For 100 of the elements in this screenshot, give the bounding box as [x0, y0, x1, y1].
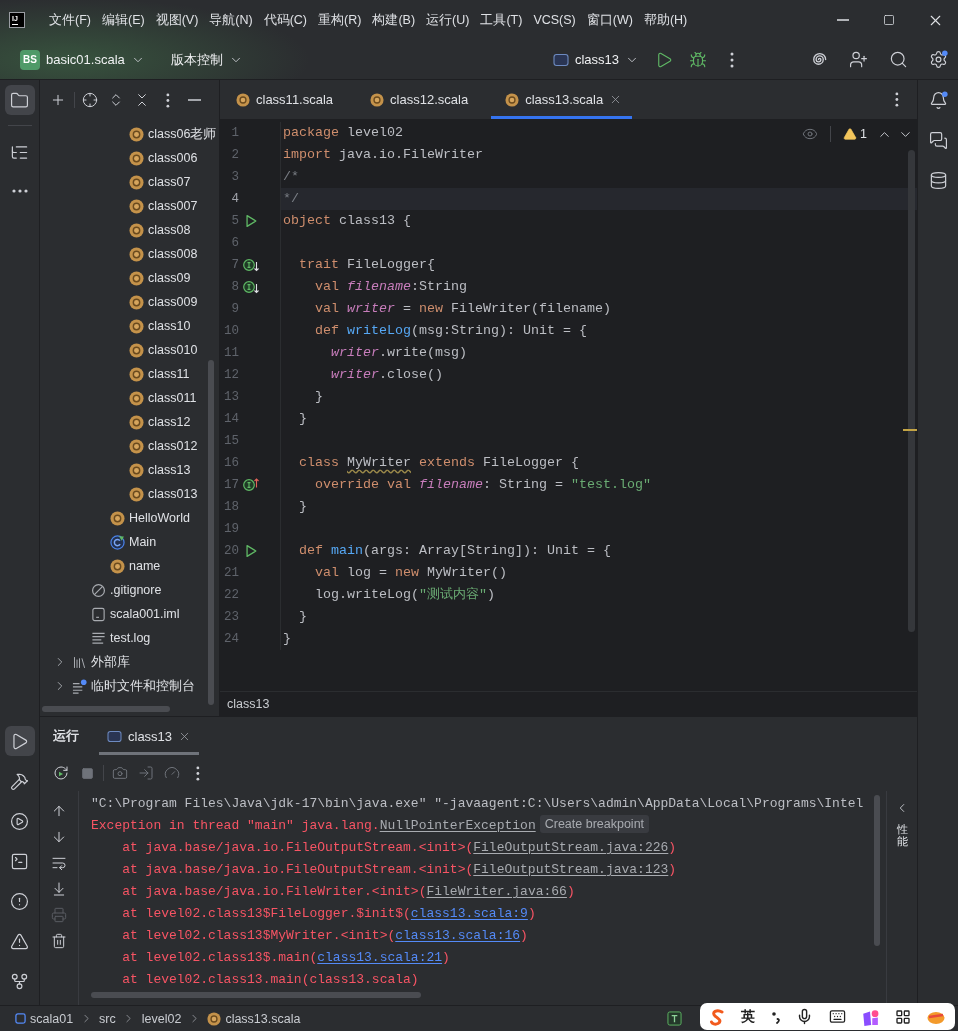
menu-item[interactable]: VCS(S)	[528, 7, 581, 33]
menu-item[interactable]: 导航(N)	[204, 7, 258, 33]
project-widget[interactable]: BS basic01.scala	[12, 44, 153, 75]
tree-item[interactable]: class012	[148, 439, 198, 453]
more-icon[interactable]	[166, 92, 170, 108]
tree-item[interactable]: test.log	[110, 631, 151, 645]
tree-item[interactable]: class011	[148, 391, 197, 405]
stop-icon[interactable]	[80, 766, 94, 780]
tree-item[interactable]: 临时文件和控制台	[91, 677, 195, 695]
warning-count[interactable]: 1	[860, 127, 867, 141]
tree-item[interactable]: class09	[148, 271, 191, 285]
scrollbar-thumb[interactable]	[91, 992, 421, 998]
tool-window-button[interactable]	[4, 85, 35, 115]
tree-item[interactable]: class007	[148, 199, 198, 213]
tree-item[interactable]: class10	[148, 319, 191, 333]
more-icon	[11, 189, 28, 193]
grid-icon[interactable]	[894, 1008, 911, 1025]
editor-tab[interactable]: class11.scala	[222, 80, 357, 119]
file-link[interactable]: class13.scala:21	[317, 950, 443, 965]
file-link[interactable]: class13.scala:9	[410, 906, 528, 921]
tree-item[interactable]: scala001.iml	[110, 607, 180, 621]
camera-icon[interactable]	[112, 765, 128, 781]
login-icon[interactable]	[138, 765, 154, 781]
rerun-icon[interactable]	[53, 765, 69, 781]
menu-item[interactable]: 构建(B)	[367, 7, 421, 33]
settings-icon[interactable]	[928, 50, 948, 69]
tree-item[interactable]: class11	[148, 367, 190, 381]
menu-item[interactable]: 帮助(H)	[638, 7, 693, 33]
tree-item[interactable]: class07	[148, 175, 191, 189]
run-configuration-widget[interactable]: class13	[544, 44, 647, 75]
tree-item[interactable]: class013	[148, 487, 198, 501]
file-link[interactable]: FileWriter.java:66	[426, 884, 567, 899]
gauge-icon[interactable]	[164, 765, 180, 781]
breadcrumb-item[interactable]: class13	[227, 697, 270, 711]
punctuation-icon[interactable]	[770, 1009, 781, 1024]
tree-item[interactable]: class008	[148, 247, 198, 261]
run-icon[interactable]	[243, 544, 258, 558]
skin-icon[interactable]	[861, 1007, 880, 1026]
trash-icon[interactable]	[51, 933, 67, 949]
breadcrumb-item[interactable]: scala01	[30, 1011, 74, 1026]
tree-item[interactable]: name	[129, 559, 161, 573]
tree-item[interactable]: class06老师	[148, 125, 217, 143]
keyboard-icon[interactable]	[828, 1008, 846, 1025]
search-icon[interactable]	[888, 50, 908, 69]
soft-wrap-icon[interactable]	[51, 855, 67, 871]
scrollbar-thumb[interactable]	[874, 795, 880, 946]
input-mode[interactable]: 英	[741, 1007, 756, 1026]
create-breakpoint-hint[interactable]: Create breakpoint	[539, 815, 650, 833]
add-user-icon[interactable]	[848, 50, 868, 69]
menu-item[interactable]: 编辑(E)	[96, 7, 150, 33]
implemented-icon[interactable]	[242, 280, 259, 294]
run-icon[interactable]	[655, 50, 673, 69]
menu-item[interactable]: 代码(C)	[258, 7, 313, 33]
tree-item[interactable]: class006	[148, 151, 198, 165]
tree-item[interactable]: class08	[148, 223, 191, 237]
tree-item[interactable]: .gitignore	[110, 583, 162, 597]
add-icon[interactable]	[50, 92, 66, 108]
menu-item[interactable]: 重构(R)	[313, 7, 367, 33]
editor-tab[interactable]: class13.scala	[491, 80, 633, 119]
eye-icon[interactable]	[802, 126, 819, 142]
file-link[interactable]: FileOutputStream.java:123	[473, 862, 669, 877]
tree-item[interactable]: HelloWorld	[129, 511, 190, 525]
scrollbar-thumb[interactable]	[908, 150, 915, 632]
overriding-icon[interactable]	[242, 478, 259, 492]
menu-item[interactable]: 文件(F)	[44, 7, 96, 33]
more-icon[interactable]	[730, 51, 734, 68]
menu-item[interactable]: 视图(V)	[150, 7, 204, 33]
menu-item[interactable]: 工具(T)	[475, 7, 528, 33]
breadcrumb-item[interactable]: class13.scala	[225, 1011, 301, 1026]
breadcrumb-item[interactable]: level02	[141, 1011, 182, 1026]
tree-item[interactable]: class010	[148, 343, 198, 357]
tree-item[interactable]: class009	[148, 295, 198, 309]
scroll-to-end-icon[interactable]	[51, 881, 67, 897]
tree-item[interactable]: Main	[129, 535, 157, 549]
tool-window-button[interactable]	[4, 726, 35, 756]
more-icon[interactable]	[196, 765, 200, 781]
crosshair-icon[interactable]	[82, 92, 98, 108]
run-icon[interactable]	[243, 214, 258, 228]
tree-item[interactable]: class12	[148, 415, 191, 429]
file-link[interactable]: class13.scala:16	[395, 928, 521, 943]
implemented-icon[interactable]	[242, 258, 259, 272]
file-link[interactable]: FileOutputStream.java:226	[473, 840, 669, 855]
file-link[interactable]: NullPointerException	[379, 818, 536, 833]
scrollbar-thumb[interactable]	[208, 360, 214, 705]
bug-icon[interactable]	[689, 50, 707, 69]
t-box-icon[interactable]	[667, 1011, 682, 1026]
scrollbar-thumb[interactable]	[42, 706, 170, 712]
menu-item[interactable]: 运行(U)	[421, 7, 475, 33]
more-icon[interactable]	[895, 92, 899, 107]
menu-item[interactable]: 窗口(W)	[581, 7, 638, 33]
tree-item[interactable]: 外部库	[91, 653, 130, 671]
run-icon	[10, 731, 29, 751]
run-tab[interactable]: class13	[99, 717, 200, 755]
ime-logo-icon[interactable]	[708, 1007, 726, 1026]
breadcrumb-item[interactable]: src	[99, 1011, 116, 1026]
vcs-widget[interactable]: 版本控制	[162, 44, 251, 75]
tree-item[interactable]: class13	[148, 463, 191, 477]
minimize-icon[interactable]	[187, 99, 201, 101]
side-tab[interactable]: 性能	[896, 823, 908, 848]
editor-tab[interactable]: class12.scala	[356, 80, 492, 119]
